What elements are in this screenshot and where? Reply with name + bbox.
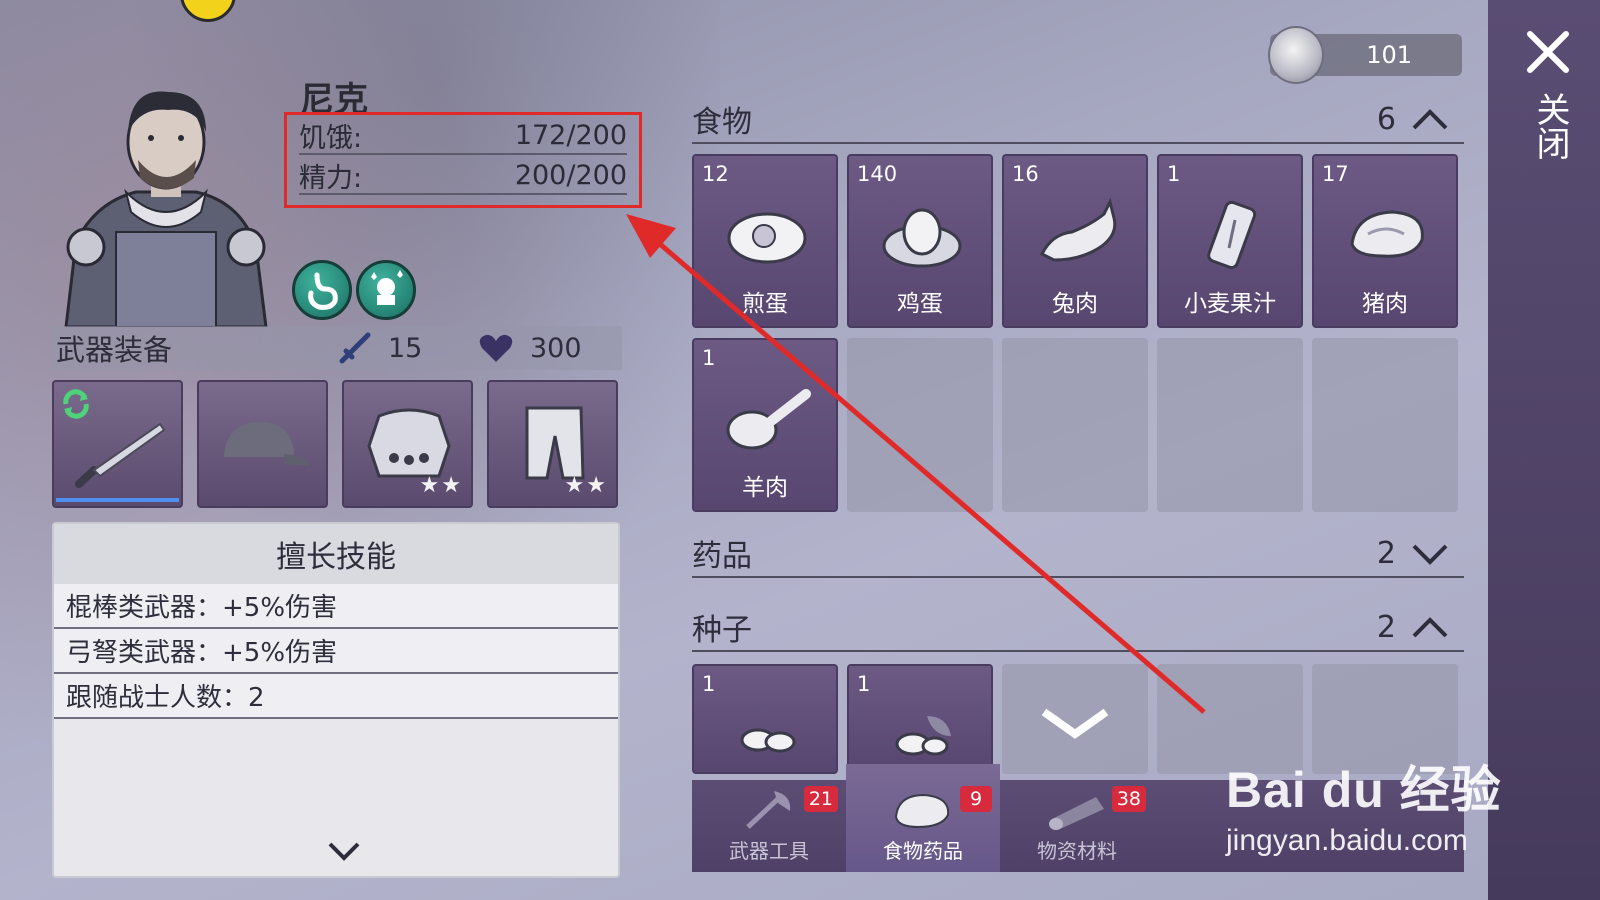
machete-icon bbox=[75, 422, 166, 488]
sword-icon bbox=[339, 332, 371, 364]
item-slot-rabbit[interactable]: 16 兔肉 bbox=[1002, 154, 1148, 328]
empty-slot[interactable] bbox=[1157, 338, 1303, 512]
equipment-title: 武器装备 bbox=[56, 333, 173, 367]
attack-value: 15 bbox=[388, 332, 423, 364]
item-qty: 12 bbox=[702, 162, 729, 186]
item-qty: 140 bbox=[857, 162, 898, 186]
chevron-down-icon[interactable] bbox=[324, 836, 364, 866]
watermark: Bai du 经验 jingyan.baidu.com bbox=[1226, 750, 1502, 858]
item-slot-seed[interactable]: 1 bbox=[692, 664, 838, 774]
item-slot-wheat-juice[interactable]: 1 小麦果汁 bbox=[1157, 154, 1303, 328]
close-icon[interactable] bbox=[1526, 30, 1570, 74]
tab-label: 物资材料 bbox=[1037, 839, 1117, 863]
skills-title: 擅长技能 bbox=[54, 524, 618, 584]
item-name: 羊肉 bbox=[742, 475, 788, 501]
item-qty: 17 bbox=[1322, 162, 1349, 186]
item-qty: 1 bbox=[1167, 162, 1181, 186]
watermark-brand: Bai du 经验 bbox=[1226, 762, 1502, 818]
axe-tool-icon bbox=[746, 791, 791, 829]
hunger-label: 饥饿: bbox=[299, 122, 363, 154]
empty-slot[interactable] bbox=[1312, 338, 1458, 512]
section-food[interactable]: 食物 6 bbox=[692, 96, 1464, 144]
currency-amount: 101 bbox=[1366, 41, 1412, 69]
tab-food-medicine[interactable]: 9 食物药品 bbox=[846, 764, 1000, 872]
tab-weapons-tools[interactable]: 21 武器工具 bbox=[692, 780, 846, 872]
egg-nest-icon bbox=[882, 208, 962, 268]
log-icon bbox=[1049, 797, 1104, 830]
seeds-icon bbox=[740, 728, 796, 753]
watermark-url: jingyan.baidu.com bbox=[1226, 824, 1468, 857]
section-seeds[interactable]: 种子 2 bbox=[692, 604, 1464, 652]
heart-icon bbox=[479, 334, 513, 362]
item-qty: 1 bbox=[702, 346, 716, 370]
body-slot[interactable]: ★★ bbox=[342, 380, 473, 508]
wheat-can-icon bbox=[1207, 200, 1257, 270]
empty-slot[interactable] bbox=[847, 338, 993, 512]
section-count: 2 bbox=[1376, 535, 1396, 571]
rabbit-icon bbox=[1039, 197, 1117, 262]
hunger-stat: 饥饿: 172/200 bbox=[299, 117, 627, 155]
empty-slot[interactable] bbox=[1002, 338, 1148, 512]
health-stat: 300 bbox=[478, 332, 582, 364]
coin-icon bbox=[1268, 26, 1324, 84]
energy-value: 200/200 bbox=[514, 159, 627, 191]
chevron-down-icon[interactable] bbox=[1410, 540, 1450, 566]
energy-label: 精力: bbox=[299, 162, 363, 194]
item-name: 兔肉 bbox=[1052, 291, 1098, 317]
rarity-stars: ★★ bbox=[564, 473, 608, 498]
energy-stat: 精力: 200/200 bbox=[299, 157, 627, 195]
item-name: 鸡蛋 bbox=[897, 291, 943, 317]
close-button[interactable]: 关闭 bbox=[1526, 92, 1570, 160]
character-stats-highlight: 饥饿: 172/200 精力: 200/200 bbox=[284, 112, 642, 208]
section-title: 药品 bbox=[692, 539, 752, 574]
item-name: 煎蛋 bbox=[742, 291, 788, 317]
count-badge: 9 bbox=[960, 786, 992, 812]
count-badge: 21 bbox=[803, 786, 838, 812]
section-medicine[interactable]: 药品 2 bbox=[692, 530, 1464, 578]
item-qty: 1 bbox=[857, 672, 871, 696]
item-name: 猪肉 bbox=[1362, 291, 1408, 317]
cap-icon bbox=[224, 422, 310, 466]
skill-item: 弓弩类武器：+5%伤害 bbox=[54, 629, 618, 674]
skill-item: 跟随战士人数：2 bbox=[54, 674, 618, 719]
tab-label: 食物药品 bbox=[883, 839, 963, 863]
section-title: 食物 bbox=[692, 105, 752, 140]
skill-item: 棍棒类武器：+5%伤害 bbox=[54, 584, 618, 629]
lamb-leg-icon bbox=[726, 389, 811, 450]
item-slot-seed[interactable]: 1 bbox=[847, 664, 993, 774]
hunger-value: 172/200 bbox=[514, 119, 627, 151]
item-slot-fried-egg[interactable]: 12 煎蛋 bbox=[692, 154, 838, 328]
item-slot-pork[interactable]: 17 猪肉 bbox=[1312, 154, 1458, 328]
equipment-header: 武器装备 15 300 bbox=[52, 326, 622, 370]
attack-stat: 15 bbox=[338, 331, 478, 365]
item-slot-lamb[interactable]: 1 羊肉 bbox=[692, 338, 838, 512]
section-count: 2 bbox=[1376, 609, 1396, 645]
meat-icon bbox=[894, 793, 950, 829]
chevron-up-icon[interactable] bbox=[1410, 106, 1450, 132]
weapon-slot[interactable] bbox=[52, 380, 183, 508]
pork-icon bbox=[1350, 210, 1424, 258]
chevron-up-icon[interactable] bbox=[1410, 614, 1450, 640]
item-name: 小麦果汁 bbox=[1184, 291, 1276, 317]
stomach-icon[interactable] bbox=[292, 260, 352, 320]
health-value: 300 bbox=[530, 332, 582, 364]
fried-egg-icon bbox=[727, 212, 807, 264]
count-badge: 38 bbox=[1111, 786, 1146, 812]
ghost-sparkle-icon[interactable] bbox=[356, 260, 416, 320]
item-slot-egg[interactable]: 140 鸡蛋 bbox=[847, 154, 993, 328]
head-slot[interactable] bbox=[197, 380, 328, 508]
section-title: 种子 bbox=[692, 613, 752, 648]
item-qty: 1 bbox=[702, 672, 716, 696]
character-portrait bbox=[56, 82, 276, 329]
section-count: 6 bbox=[1376, 101, 1396, 137]
tab-supplies[interactable]: 38 物资材料 bbox=[1000, 780, 1154, 872]
chevron-down-icon[interactable] bbox=[1040, 704, 1110, 744]
item-qty: 16 bbox=[1012, 162, 1039, 186]
legs-slot[interactable]: ★★ bbox=[487, 380, 618, 508]
tab-label: 武器工具 bbox=[729, 839, 809, 863]
scroll-down-slot[interactable] bbox=[1002, 664, 1148, 774]
rarity-stars: ★★ bbox=[419, 473, 463, 498]
skills-panel: 擅长技能 棍棒类武器：+5%伤害 弓弩类武器：+5%伤害 跟随战士人数：2 bbox=[52, 522, 620, 878]
